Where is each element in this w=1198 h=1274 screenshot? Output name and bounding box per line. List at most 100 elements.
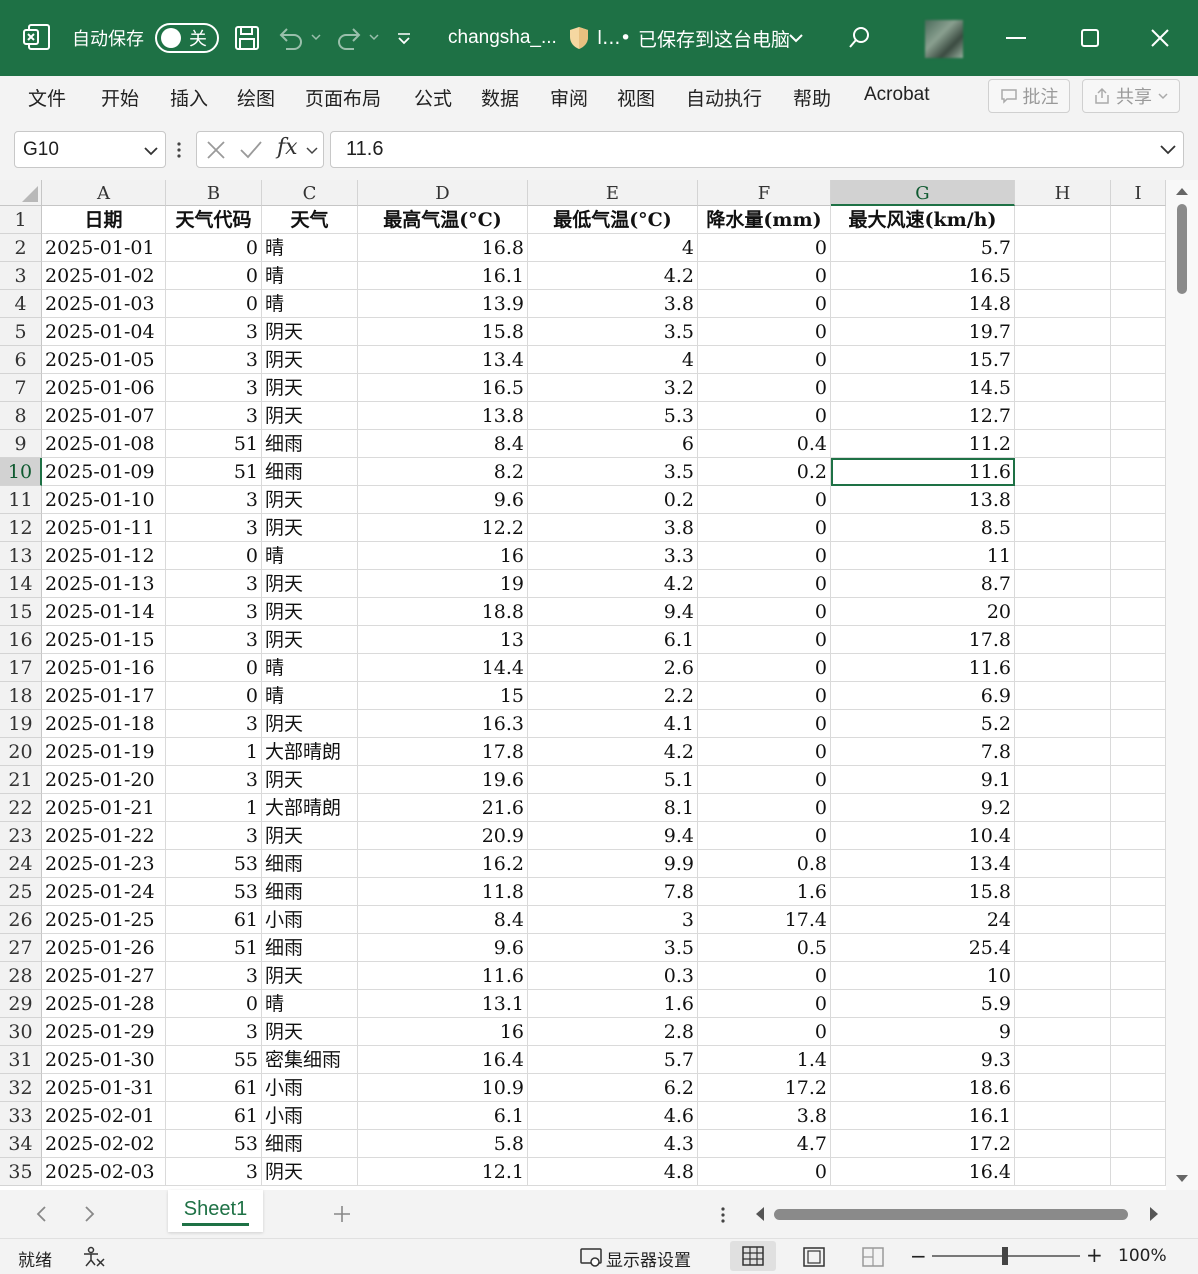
grid-cell[interactable] (1015, 850, 1111, 878)
grid-cell[interactable]: 10.9 (358, 1074, 528, 1102)
grid-cell[interactable]: 降水量(mm) (698, 206, 831, 234)
grid-cell[interactable]: 阴天 (262, 710, 358, 738)
row-header[interactable]: 35 (0, 1158, 42, 1186)
grid-cell[interactable]: 2025-01-14 (42, 598, 166, 626)
grid-cell[interactable]: 2025-01-02 (42, 262, 166, 290)
grid-cell[interactable] (1015, 430, 1111, 458)
row-header[interactable]: 33 (0, 1102, 42, 1130)
grid-cell[interactable]: 3.3 (528, 542, 698, 570)
grid-cell[interactable]: 晴 (262, 542, 358, 570)
grid-cell[interactable]: 2025-01-19 (42, 738, 166, 766)
grid-cell[interactable]: 5.1 (528, 766, 698, 794)
grid-cell[interactable] (1111, 318, 1166, 346)
grid-cell[interactable] (1111, 234, 1166, 262)
grid-cell[interactable]: 0.5 (698, 934, 831, 962)
menu-tab-7[interactable]: 审阅 (550, 84, 588, 111)
grid-cell[interactable]: 9 (831, 1018, 1015, 1046)
add-sheet-icon[interactable] (332, 1204, 352, 1224)
grid-cell[interactable]: 3 (166, 1158, 262, 1186)
zoom-out-button[interactable]: − (910, 1244, 927, 1268)
menu-tab-2[interactable]: 插入 (170, 84, 208, 111)
page-layout-icon[interactable] (803, 1247, 825, 1267)
grid-cell[interactable]: 阴天 (262, 822, 358, 850)
grid-cell[interactable] (1015, 990, 1111, 1018)
grid-cell[interactable]: 2025-01-28 (42, 990, 166, 1018)
grid-cell[interactable]: 3.5 (528, 318, 698, 346)
grid-cell[interactable]: 0 (698, 766, 831, 794)
grid-cell[interactable]: 16.1 (358, 262, 528, 290)
name-box[interactable]: G10 (14, 131, 166, 168)
grid-cell[interactable]: 0 (166, 234, 262, 262)
grid-cell[interactable]: 阴天 (262, 374, 358, 402)
grid-cell[interactable] (1015, 374, 1111, 402)
grid-cell[interactable]: 8.4 (358, 906, 528, 934)
grid-cell[interactable]: 4.6 (528, 1102, 698, 1130)
grid-cell[interactable]: 3.8 (528, 514, 698, 542)
grid-cell[interactable] (1111, 682, 1166, 710)
grid-cell[interactable] (1111, 906, 1166, 934)
horizontal-scrollbar[interactable] (748, 1200, 1168, 1228)
maximize-icon[interactable] (1076, 24, 1104, 52)
grid-cell[interactable]: 12.2 (358, 514, 528, 542)
prev-sheet-icon[interactable] (34, 1205, 48, 1223)
grid-cell[interactable]: 0 (698, 234, 831, 262)
grid-cell[interactable]: 8.1 (528, 794, 698, 822)
grid-cell[interactable]: 细雨 (262, 1130, 358, 1158)
grid-cell[interactable]: 0 (166, 290, 262, 318)
grid-cell[interactable]: 0.4 (698, 430, 831, 458)
grid-cell[interactable]: 2025-01-31 (42, 1074, 166, 1102)
grid-cell[interactable]: 11 (831, 542, 1015, 570)
grid-cell[interactable]: 5.8 (358, 1130, 528, 1158)
grid-cell[interactable]: 2025-01-27 (42, 962, 166, 990)
grid-cell[interactable]: 阴天 (262, 766, 358, 794)
grid-cell[interactable]: 1 (166, 738, 262, 766)
close-icon[interactable] (1146, 24, 1174, 52)
grid-cell[interactable]: 2025-02-03 (42, 1158, 166, 1186)
grid-cell[interactable]: 0.2 (698, 458, 831, 486)
grid-cell[interactable]: 15.8 (358, 318, 528, 346)
grid-cell[interactable]: 2025-01-18 (42, 710, 166, 738)
grid-cell[interactable]: 16.3 (358, 710, 528, 738)
grid-cell[interactable]: 17.2 (831, 1130, 1015, 1158)
grid-cell[interactable]: 0 (698, 290, 831, 318)
grid-cell[interactable]: 53 (166, 1130, 262, 1158)
menu-tab-8[interactable]: 视图 (617, 84, 655, 111)
zoom-slider[interactable] (932, 1247, 1080, 1265)
grid-cell[interactable]: 0 (698, 962, 831, 990)
grid-cell[interactable] (1015, 262, 1111, 290)
scroll-right-icon[interactable] (1148, 1206, 1160, 1222)
grid-cell[interactable] (1015, 542, 1111, 570)
row-header[interactable]: 11 (0, 486, 42, 514)
menu-tab-3[interactable]: 绘图 (237, 84, 275, 111)
grid-cell[interactable]: 小雨 (262, 1102, 358, 1130)
grid-cell[interactable]: 4.2 (528, 738, 698, 766)
grid-cell[interactable]: 6.9 (831, 682, 1015, 710)
autosave-toggle[interactable]: 关 (155, 23, 219, 53)
grid-cell[interactable]: 2025-01-24 (42, 878, 166, 906)
menu-tab-9[interactable]: 自动执行 (686, 84, 762, 111)
grid-cell[interactable]: 1.4 (698, 1046, 831, 1074)
grid-cell[interactable] (1111, 850, 1166, 878)
grid-cell[interactable]: 19 (358, 570, 528, 598)
grid-cell[interactable] (1015, 570, 1111, 598)
grid-cell[interactable]: 15.8 (831, 878, 1015, 906)
row-header[interactable]: 27 (0, 934, 42, 962)
grid-cell[interactable] (1015, 598, 1111, 626)
grid-cell[interactable]: 7.8 (831, 738, 1015, 766)
zoom-level[interactable]: 100% (1118, 1246, 1167, 1266)
grid-cell[interactable]: 9.4 (528, 598, 698, 626)
grid-cell[interactable]: 2025-01-22 (42, 822, 166, 850)
grid-cell[interactable] (1015, 1074, 1111, 1102)
column-header-i[interactable]: I (1111, 180, 1166, 206)
grid-cell[interactable]: 0 (698, 402, 831, 430)
enter-icon[interactable] (239, 139, 263, 161)
column-header-a[interactable]: A (42, 180, 166, 206)
row-header[interactable]: 3 (0, 262, 42, 290)
grid-cell[interactable]: 1.6 (528, 990, 698, 1018)
row-header[interactable]: 23 (0, 822, 42, 850)
row-header[interactable]: 19 (0, 710, 42, 738)
grid-cell[interactable] (1111, 486, 1166, 514)
row-header[interactable]: 34 (0, 1130, 42, 1158)
grid-cell[interactable]: 天气代码 (166, 206, 262, 234)
grid-cell[interactable]: 最高气温(°C) (358, 206, 528, 234)
